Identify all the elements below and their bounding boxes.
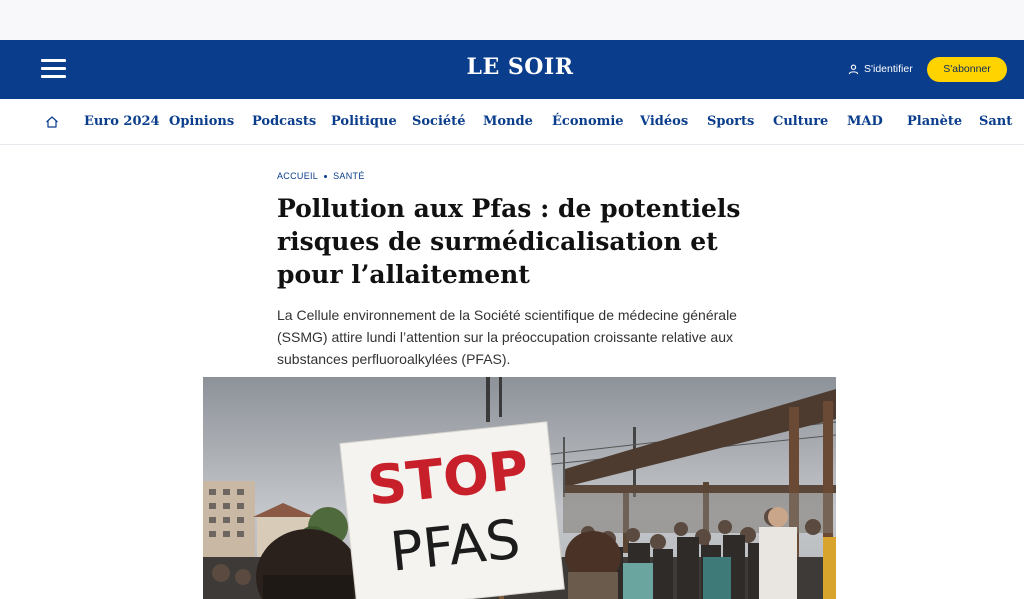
nav-item-mad[interactable]: MAD: [847, 114, 883, 129]
breadcrumb: ACCUEIL SANTÉ: [277, 171, 365, 181]
nav-item-podcasts[interactable]: Podcasts: [252, 114, 316, 129]
nav-item-planete[interactable]: Planète: [907, 114, 962, 129]
nav-item-opinions[interactable]: Opinions: [169, 114, 234, 129]
signin-link[interactable]: S'identifier: [848, 63, 913, 75]
breadcrumb-section[interactable]: SANTÉ: [333, 171, 365, 181]
article-photo[interactable]: STOP PFAS: [203, 377, 836, 599]
section-nav: Euro 2024 Opinions Podcasts Politique So…: [0, 99, 1024, 145]
nav-item-videos[interactable]: Vidéos: [640, 114, 688, 129]
site-header: LE SOIR S'identifier S'abonner: [0, 40, 1024, 99]
nav-item-sports[interactable]: Sports: [707, 114, 754, 129]
nav-item-euro-2024[interactable]: Euro 2024: [84, 114, 160, 129]
nav-item-politique[interactable]: Politique: [331, 114, 397, 129]
article-lead: La Cellule environnement de la Société s…: [277, 307, 737, 367]
nav-item-culture[interactable]: Culture: [773, 114, 828, 129]
signin-label: S'identifier: [864, 63, 913, 75]
browser-top-strip: [0, 0, 1024, 40]
subscribe-button[interactable]: S'abonner: [927, 57, 1007, 82]
protest-photo-illustration: STOP PFAS: [203, 377, 836, 599]
nav-item-societe[interactable]: Société: [412, 114, 465, 129]
breadcrumb-separator: [324, 174, 328, 178]
article-headline: Pollution aux Pfas : de potentiels risqu…: [277, 194, 741, 289]
user-icon: [848, 64, 859, 74]
nav-item-economie[interactable]: Économie: [552, 114, 624, 129]
nav-item-monde[interactable]: Monde: [483, 114, 533, 129]
nav-item-sante[interactable]: Sant: [979, 114, 1012, 129]
home-icon[interactable]: [45, 115, 59, 129]
breadcrumb-home[interactable]: ACCUEIL: [277, 171, 318, 181]
